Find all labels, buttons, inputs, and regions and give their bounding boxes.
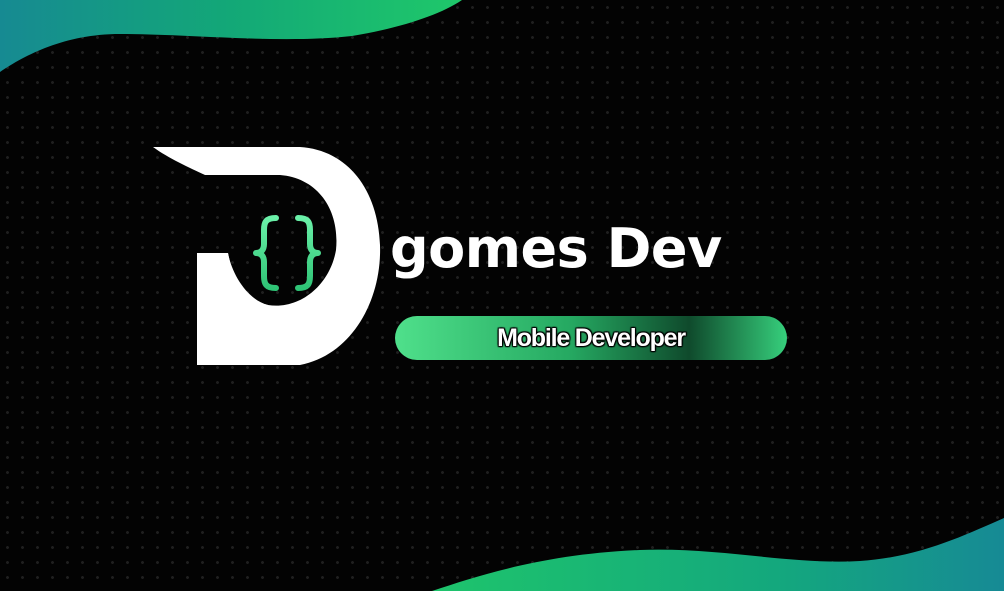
wave-decorations: [0, 0, 1004, 591]
top-wave: [0, 0, 462, 72]
subtitle-badge: Mobile Developer: [395, 316, 787, 360]
brand-title: gomes Dev: [390, 217, 722, 280]
banner: gomes Dev Mobile Developer: [0, 0, 1004, 591]
subtitle-label: Mobile Developer: [497, 323, 686, 352]
d-logo-mark: [153, 147, 381, 365]
curly-braces-icon: [253, 215, 321, 291]
bottom-wave: [432, 518, 1004, 591]
